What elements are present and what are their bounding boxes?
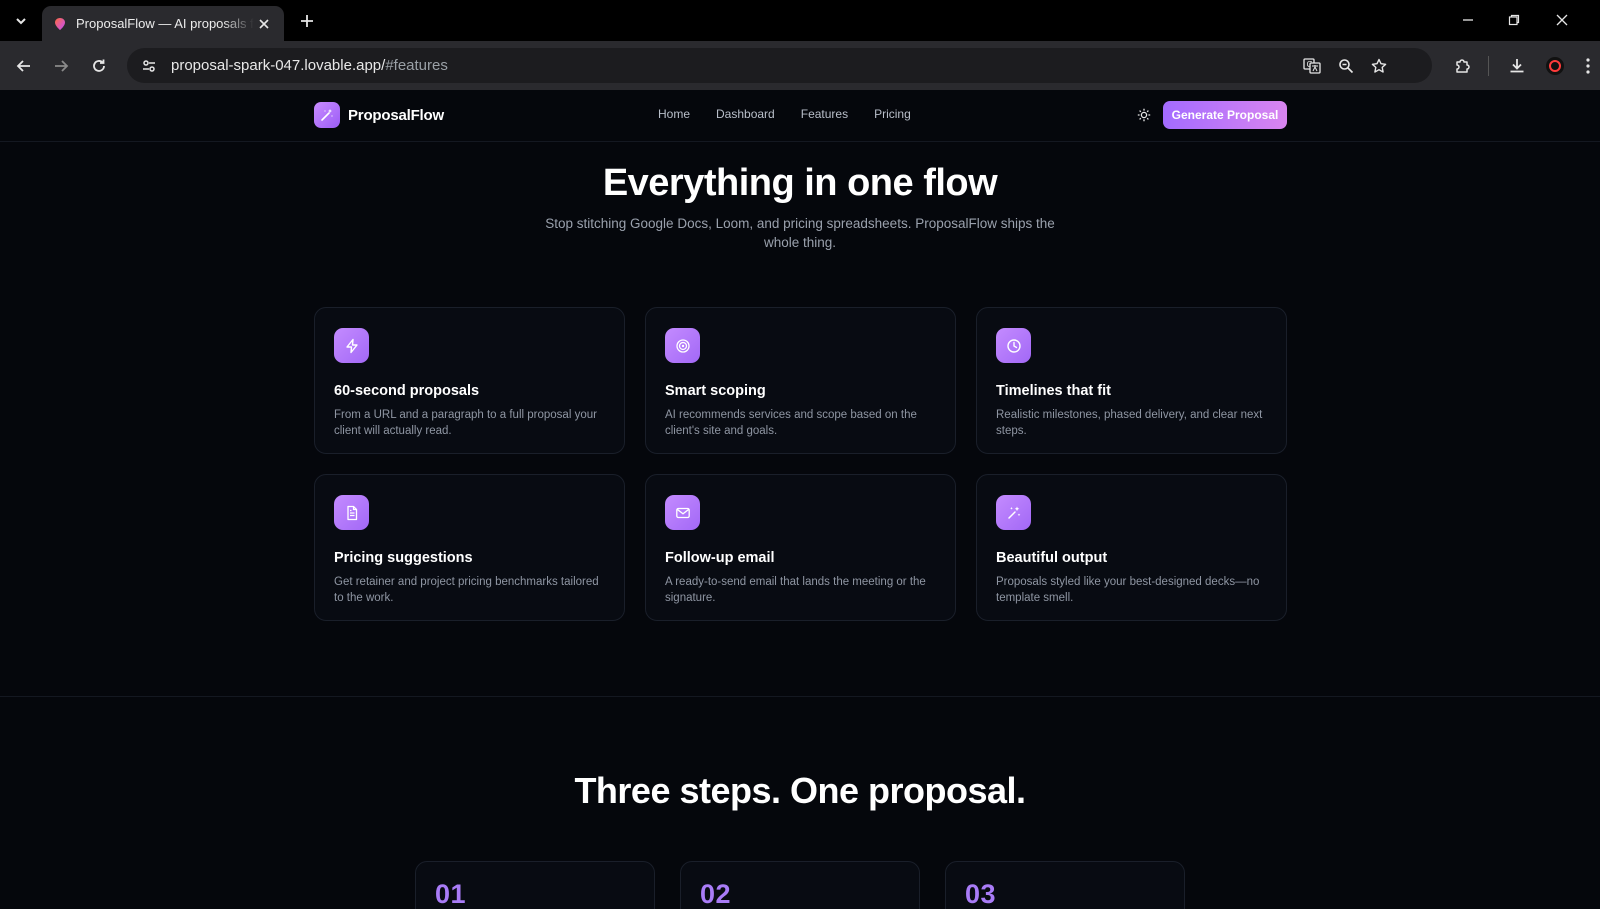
url-text: proposal-spark-047.lovable.app/#features [171,57,448,74]
browser-tab-active[interactable]: ProposalFlow — AI proposals for agencies [42,6,284,41]
profile-avatar-icon[interactable] [1542,53,1568,79]
feature-card-desc: Realistic milestones, phased delivery, a… [996,409,1263,437]
theme-toggle-sun-icon[interactable] [1134,105,1154,125]
feature-card-desc: AI recommends services and scope based o… [665,409,917,437]
bookmark-star-icon[interactable] [1366,53,1392,79]
features-subtitle: Stop stitching Google Docs, Loom, and pr… [545,216,1055,250]
feature-card-pricing-suggestions: Pricing suggestions Get retainer and pro… [314,474,625,621]
feature-card-desc: Proposals styled like your best-designed… [996,576,1260,604]
feature-card-timelines: Timelines that fit Realistic milestones,… [976,307,1287,454]
download-icon[interactable] [1504,53,1530,79]
site-header: ProposalFlow Home Dashboard Features Pri… [0,90,1600,142]
step-card-3: 03 [945,861,1185,909]
step-number: 01 [435,879,467,909]
sparkles-icon [996,495,1031,530]
reload-icon[interactable] [86,53,112,79]
toolbar-separator [1488,56,1489,76]
forward-arrow-icon[interactable] [48,53,74,79]
steps-title: Three steps. One proposal. [574,770,1026,811]
feature-card-desc: A ready-to-send email that lands the mee… [665,576,926,604]
brand-link[interactable]: ProposalFlow [314,102,444,128]
feature-card-beautiful-output: Beautiful output Proposals styled like y… [976,474,1287,621]
feature-card-title: Smart scoping [665,383,766,399]
nav-pricing[interactable]: Pricing [874,107,911,121]
extensions-puzzle-icon[interactable] [1450,53,1476,79]
brand-logo-wand-icon [314,102,340,128]
feature-card-desc: From a URL and a paragraph to a full pro… [334,409,597,437]
feature-card-title: 60-second proposals [334,383,480,399]
clock-icon [996,328,1031,363]
step-card-1: 01 [415,861,655,909]
site-info-icon[interactable] [137,54,161,78]
page-viewport: ProposalFlow Home Dashboard Features Pri… [0,90,1600,909]
step-number: 03 [965,879,997,909]
feature-card-title: Pricing suggestions [334,550,473,566]
browser-tab-strip: ProposalFlow — AI proposals for agencies [0,0,1600,41]
address-bar[interactable]: proposal-spark-047.lovable.app/#features… [127,48,1432,83]
browser-toolbar: proposal-spark-047.lovable.app/#features… [0,41,1600,90]
feature-card-title: Timelines that fit [996,383,1111,399]
zoom-icon[interactable] [1333,53,1359,79]
feature-card-title: Follow-up email [665,550,775,566]
features-title: Everything in one flow [602,162,998,204]
lightning-icon [334,328,369,363]
generate-proposal-button[interactable]: Generate Proposal [1163,101,1287,129]
features-grid: 60-second proposals From a URL and a par… [314,307,1287,621]
feature-card-desc: Get retainer and project pricing benchma… [334,576,599,604]
feature-card-title: Beautiful output [996,550,1108,566]
main-nav: Home Dashboard Features Pricing [658,107,911,121]
close-window-icon[interactable] [1542,6,1582,34]
tab-close-icon[interactable] [254,14,274,34]
url-path: #features [385,57,448,74]
favicon-icon [55,17,65,30]
restore-icon[interactable] [1494,6,1534,34]
tab-title: ProposalFlow — AI proposals for agencies [76,16,254,31]
section-divider [0,696,1600,697]
feature-card-60-second-proposals: 60-second proposals From a URL and a par… [314,307,625,454]
tab-search-chevron-icon[interactable] [8,9,34,33]
browser-menu-icon[interactable] [1580,53,1596,79]
url-host: proposal-spark-047.lovable.app/ [171,57,386,74]
mail-icon [665,495,700,530]
nav-features[interactable]: Features [801,107,848,121]
document-icon [334,495,369,530]
nav-home[interactable]: Home [658,107,690,121]
feature-card-smart-scoping: Smart scoping AI recommends services and… [645,307,956,454]
step-number: 02 [700,879,732,909]
minimize-icon[interactable] [1448,6,1488,34]
nav-dashboard[interactable]: Dashboard [716,107,775,121]
back-arrow-icon[interactable] [11,53,37,79]
translate-icon[interactable]: G [1299,53,1325,79]
new-tab-plus-icon[interactable] [294,9,320,33]
step-card-2: 02 [680,861,920,909]
target-icon [665,328,700,363]
brand-name: ProposalFlow [348,106,444,124]
feature-card-follow-up-email: Follow-up email A ready-to-send email th… [645,474,956,621]
